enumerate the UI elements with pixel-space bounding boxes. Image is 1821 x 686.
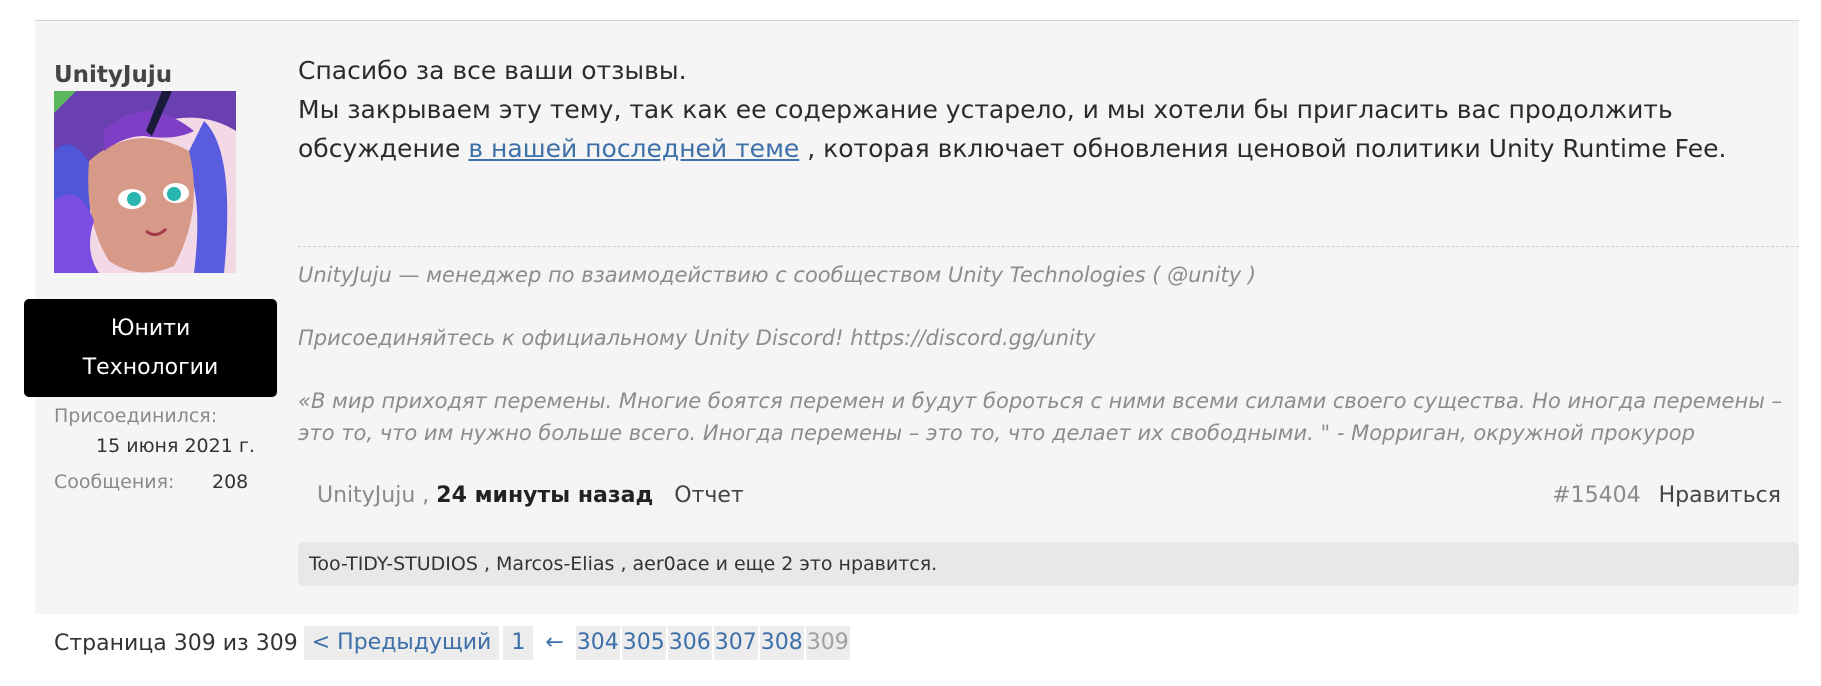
page-link-306[interactable]: 306 — [667, 626, 712, 660]
meta-author-link[interactable]: UnityJuju — [317, 483, 415, 508]
joined-value: 15 июня 2021 г. — [96, 435, 255, 457]
post-number-link[interactable]: #15404 — [1552, 483, 1640, 508]
page-link-305[interactable]: 305 — [621, 626, 666, 660]
page-link-307[interactable]: 307 — [713, 626, 758, 660]
page-link-1[interactable]: 1 — [503, 626, 534, 660]
post-text-after-link: , которая включает обновления ценовой по… — [799, 134, 1727, 163]
signature-divider — [298, 246, 1799, 247]
current-page: 309 — [805, 626, 850, 660]
author-avatar[interactable] — [54, 91, 236, 273]
messages-label: Сообщения: — [54, 471, 175, 493]
report-link[interactable]: Отчет — [674, 483, 743, 508]
post-meta: UnityJuju , 24 минуты назад Отчет — [317, 483, 744, 508]
prev-page-button[interactable]: < Предыдущий — [303, 626, 500, 660]
post-body: Спасибо за все ваши отзывы. Мы закрываем… — [298, 51, 1788, 168]
page-link-304[interactable]: 304 — [575, 626, 620, 660]
signature-quote: «В мир приходят перемены. Многие боятся … — [298, 389, 1782, 445]
pagination: Страница 309 из 309 < Предыдущий 1 ← 304… — [54, 626, 852, 660]
post-line-1: Спасибо за все ваши отзывы. — [298, 56, 687, 85]
messages-count: 208 — [212, 471, 249, 493]
role-badge: Юнити Технологии — [24, 299, 277, 397]
post-line-2: Мы закрываем эту тему, так как ее содерж… — [298, 90, 1788, 168]
like-button[interactable]: Нравиться — [1659, 483, 1781, 508]
page-link-308[interactable]: 308 — [759, 626, 804, 660]
post-time-link[interactable]: 24 минуты назад — [436, 483, 653, 508]
page-indicator: Страница 309 из 309 — [54, 630, 298, 656]
signature-line-2: Присоединяйтесь к официальному Unity Dis… — [298, 326, 1096, 350]
left-arrow-icon[interactable]: ← — [537, 626, 571, 660]
author-username[interactable]: UnityJuju — [54, 62, 172, 88]
role-line-1: Юнити — [110, 316, 191, 341]
signature-line-1: UnityJuju — менеджер по взаимодействию с… — [298, 263, 1257, 287]
likes-summary[interactable]: Too-TIDY-STUDIOS , Marcos-Elias , aer0ac… — [298, 542, 1799, 586]
joined-label: Присоединился: — [54, 405, 218, 427]
forum-post: UnityJuju Юнити Технологии Присоединился… — [24, 21, 1799, 614]
role-line-2: Технологии — [82, 355, 219, 380]
meta-separator: , — [415, 483, 430, 508]
post-actions: #15404 Нравиться — [1552, 483, 1781, 508]
latest-thread-link[interactable]: в нашей последней теме — [468, 134, 799, 163]
